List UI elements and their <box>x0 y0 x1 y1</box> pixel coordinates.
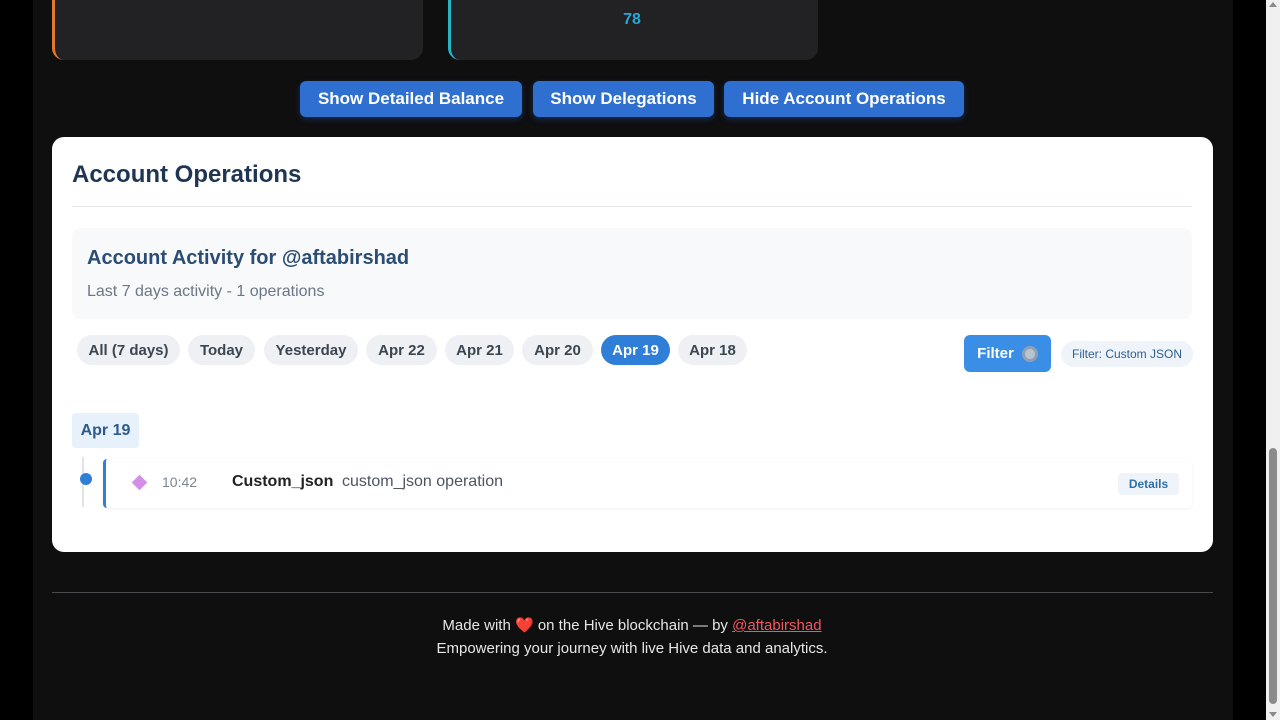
stat-card-left <box>52 0 423 60</box>
activity-summary: Account Activity for @aftabirshad Last 7… <box>72 228 1192 319</box>
operation-time: 10:42 <box>162 474 198 490</box>
hide-account-operations-button[interactable]: Hide Account Operations <box>724 81 964 117</box>
timeline-dot <box>80 473 92 485</box>
filter-tag[interactable]: Filter: Custom JSON <box>1061 341 1193 367</box>
account-operations-title: Account Operations <box>72 161 302 188</box>
day-filter-all[interactable]: All (7 days) <box>77 335 180 365</box>
day-filter-apr18[interactable]: Apr 18 <box>678 335 747 365</box>
day-filter-apr22[interactable]: Apr 22 <box>366 335 437 365</box>
footer-divider <box>52 592 1213 593</box>
show-detailed-balance-button[interactable]: Show Detailed Balance <box>300 81 522 117</box>
divider <box>72 206 1192 207</box>
details-button[interactable]: Details <box>1118 473 1179 495</box>
day-filter-today[interactable]: Today <box>188 335 255 365</box>
stat-value: 78 <box>623 11 641 28</box>
day-filter-apr20[interactable]: Apr 20 <box>522 335 593 365</box>
show-delegations-button[interactable]: Show Delegations <box>533 81 714 117</box>
diamond-icon <box>131 474 148 491</box>
activity-subtitle: Last 7 days activity - 1 operations <box>87 283 325 300</box>
footer-prefix: Made with <box>442 617 511 634</box>
day-filter-yesterday[interactable]: Yesterday <box>264 335 358 365</box>
day-filter-apr21[interactable]: Apr 21 <box>445 335 514 365</box>
stat-card-right <box>448 0 818 60</box>
scroll-up-arrow-icon[interactable] <box>1269 2 1277 7</box>
filter-label: Filter <box>977 345 1014 362</box>
scroll-thumb[interactable] <box>1269 448 1277 704</box>
scrollbar[interactable] <box>1266 0 1280 720</box>
footer-middle: on the Hive blockchain — by <box>537 617 728 634</box>
filter-button[interactable]: Filter <box>964 335 1051 372</box>
heart-icon: ❤️ <box>514 617 534 634</box>
day-filter-apr19[interactable]: Apr 19 <box>601 335 670 365</box>
activity-title: Account Activity for @aftabirshad <box>87 247 410 269</box>
account-operations-card: Account Operations Account Activity for … <box>52 137 1213 552</box>
operation-description: custom_json operation <box>342 473 503 490</box>
operation-row[interactable]: 10:42 Custom_json custom_json operation … <box>103 459 1192 508</box>
footer-tagline: Empowering your journey with live Hive d… <box>436 640 828 657</box>
date-group-label: Apr 19 <box>72 413 139 448</box>
operation-type: Custom_json <box>232 473 334 490</box>
gear-icon <box>1021 345 1038 362</box>
footer-credit: Made with ❤️ on the Hive blockchain — by… <box>0 616 1264 634</box>
author-link[interactable]: @aftabirshad <box>732 617 821 634</box>
scroll-down-arrow-icon[interactable] <box>1269 712 1277 717</box>
